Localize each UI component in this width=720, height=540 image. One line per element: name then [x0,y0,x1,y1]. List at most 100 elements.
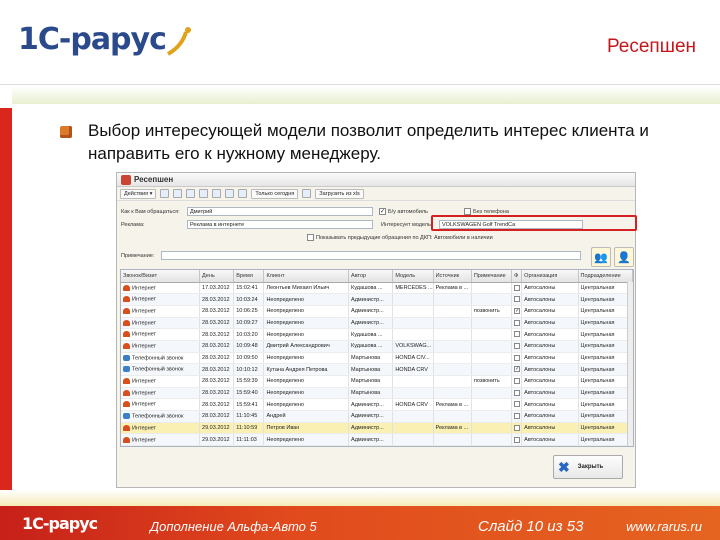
logo-text: 1С-рарус [18,22,167,57]
cell-dept: Центральная [578,410,633,423]
vertical-scrollbar[interactable] [627,282,633,446]
column-header[interactable]: Организация [521,270,579,283]
table-row[interactable]: Интернет 28.03.2012 10:09:27 Неопределено Ад… [121,317,633,330]
table-row[interactable]: Телефонный звонок 28.03.2012 10:09:50 Неопр… [121,352,633,365]
settings-icon[interactable] [302,189,312,198]
footer-logo: 1С-рарус [22,514,98,533]
cell-flag [511,422,523,435]
row-checkbox[interactable] [514,413,521,420]
table-row[interactable]: Интернет 28.03.2012 15:59:39 Неопределено Ма… [121,375,633,388]
column-header[interactable]: Клиент [263,270,350,283]
used-car-checkbox[interactable]: ✓ [379,208,386,215]
internet-icon [123,378,130,385]
cell-source [433,410,472,423]
client-card-icon[interactable]: 👥 [591,247,611,267]
note-input[interactable] [161,251,581,260]
cell-model [392,445,434,446]
row-checkbox[interactable]: ✓ [514,366,521,373]
cell-client: Неопределено [263,352,350,365]
internet-icon [123,319,130,326]
column-header[interactable]: Ф [511,270,523,283]
cell-client: Неопределено [263,398,350,412]
cell-source [433,305,472,318]
search-icon[interactable] [238,189,248,198]
cell-org: Автосалоны [521,387,579,400]
cell-note [471,410,513,423]
row-checkbox[interactable] [514,331,521,338]
cell-source [433,317,472,330]
cell-flag: ✓ [511,363,523,376]
cell-source: Реклама в ... [433,398,472,412]
cell-note [471,328,513,341]
table-row[interactable]: Телефонный звонок 28.03.2012 11:10:45 Андре… [121,410,633,423]
column-header[interactable]: Автор [348,270,394,283]
cell-day: 28.03.2012 [199,410,235,423]
column-header[interactable]: Источник [433,270,472,283]
delete-icon[interactable] [199,189,209,198]
no-phone-checkbox[interactable] [464,208,471,215]
history-checkbox[interactable] [307,234,314,241]
table-row[interactable]: Интернет 28.03.2012 15:59:40 Неопределено Ма… [121,387,633,400]
refresh-icon[interactable] [212,189,222,198]
table-row[interactable]: Телефонный звонок29.03.201211:11:05Неопр… [121,445,633,446]
today-only-button[interactable]: Только сегодня [251,188,299,199]
row-checkbox[interactable] [514,436,521,443]
actions-menu-button[interactable]: Действия ▾ [120,188,157,199]
row-checkbox[interactable] [514,296,521,303]
column-header[interactable]: Подразделение [578,270,633,283]
filter-icon[interactable] [225,189,235,198]
column-header[interactable]: День [199,270,235,283]
cell-model: HONDA CIV... [392,352,434,365]
column-header[interactable]: Время [233,270,265,283]
column-header[interactable]: Звонок/Визит [121,270,201,283]
cell-model [392,305,434,318]
table-row[interactable]: Интернет 29.03.2012 11:10:59 Петров Иван Адм… [121,422,633,435]
footer-url[interactable]: www.rarus.ru [626,519,702,534]
load-xls-button[interactable]: Загрузить из xls [315,188,364,199]
row-checkbox[interactable] [514,401,521,408]
row-checkbox[interactable] [514,378,521,385]
cell-day: 28.03.2012 [199,317,235,330]
cell-author: Администр... [348,317,394,330]
table-row[interactable]: Интернет 28.03.2012 10:03:24 Неопределено Ад… [121,293,633,306]
cell-org: Автосалоны [521,410,579,423]
cell-client: Неопределено [263,328,350,341]
cell-text: Интернет [132,308,156,315]
cell-time: 11:11:05 [233,445,265,446]
manager-icon[interactable]: 👤 [614,247,634,267]
table-row[interactable]: Интернет 28.03.2012 10:06:25 Неопределено Ад… [121,305,633,318]
edit-icon[interactable] [186,189,196,198]
add-icon[interactable] [160,189,170,198]
company-logo: 1С-рарус [18,22,191,66]
table-row[interactable]: Интернет 28.03.2012 10:03:20 Неопределено Ку… [121,328,633,341]
left-accent-bar [0,108,12,508]
close-button[interactable]: ✖ Закрыть [553,455,623,479]
column-header[interactable]: Модель [392,270,434,283]
row-checkbox[interactable]: ✓ [514,307,521,314]
row-checkbox[interactable] [514,343,521,350]
cell-author: Мартынова [348,363,394,376]
copy-icon[interactable] [173,189,183,198]
row-checkbox[interactable] [514,319,521,326]
row-checkbox[interactable] [514,354,521,361]
cell-org: Автосалоны [521,305,579,318]
cell-type: Интернет [121,293,201,306]
cell-day: 28.03.2012 [199,305,235,318]
column-header[interactable]: Примечание [471,270,513,283]
row-checkbox[interactable] [514,389,521,396]
cell-client: Неопределено [263,375,350,388]
table-row[interactable]: Интернет 28.03.2012 10:09:48 Дмитрий Алекса… [121,340,633,353]
close-icon: ✖ [558,458,570,475]
row-checkbox[interactable] [514,284,521,291]
source-input[interactable]: Реклама в интернете [187,220,373,229]
table-row[interactable]: Интернет 17.03.2012 15:02:41 Леонтьев Михаи… [121,282,633,295]
table-row[interactable]: Интернет 29.03.2012 11:11:03 Неопределено Ад… [121,433,633,446]
table-row[interactable]: Интернет 28.03.2012 15:59:41 Неопределено Ад… [121,398,633,412]
cell-model: VOLKSWAG... [392,340,434,353]
cell-source: Реклама в ... [433,282,472,295]
row-checkbox[interactable] [514,424,521,431]
cell-client: Дмитрий Александрович [263,340,350,353]
client-input[interactable]: Дмитрий [187,207,373,216]
cell-day: 28.03.2012 [199,398,235,412]
table-row[interactable]: Телефонный звонок 28.03.2012 10:10:12 Кутан… [121,363,633,376]
